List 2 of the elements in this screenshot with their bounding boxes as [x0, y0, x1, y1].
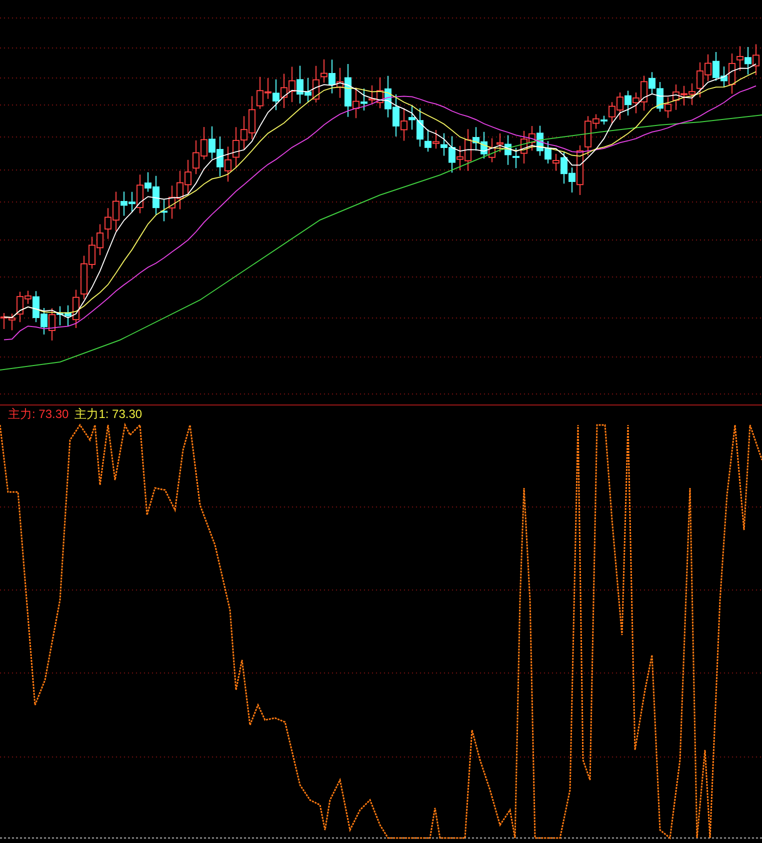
legend-label: 主力: 73.30	[8, 406, 69, 422]
legend-label: 主力1: 73.30	[74, 406, 142, 422]
